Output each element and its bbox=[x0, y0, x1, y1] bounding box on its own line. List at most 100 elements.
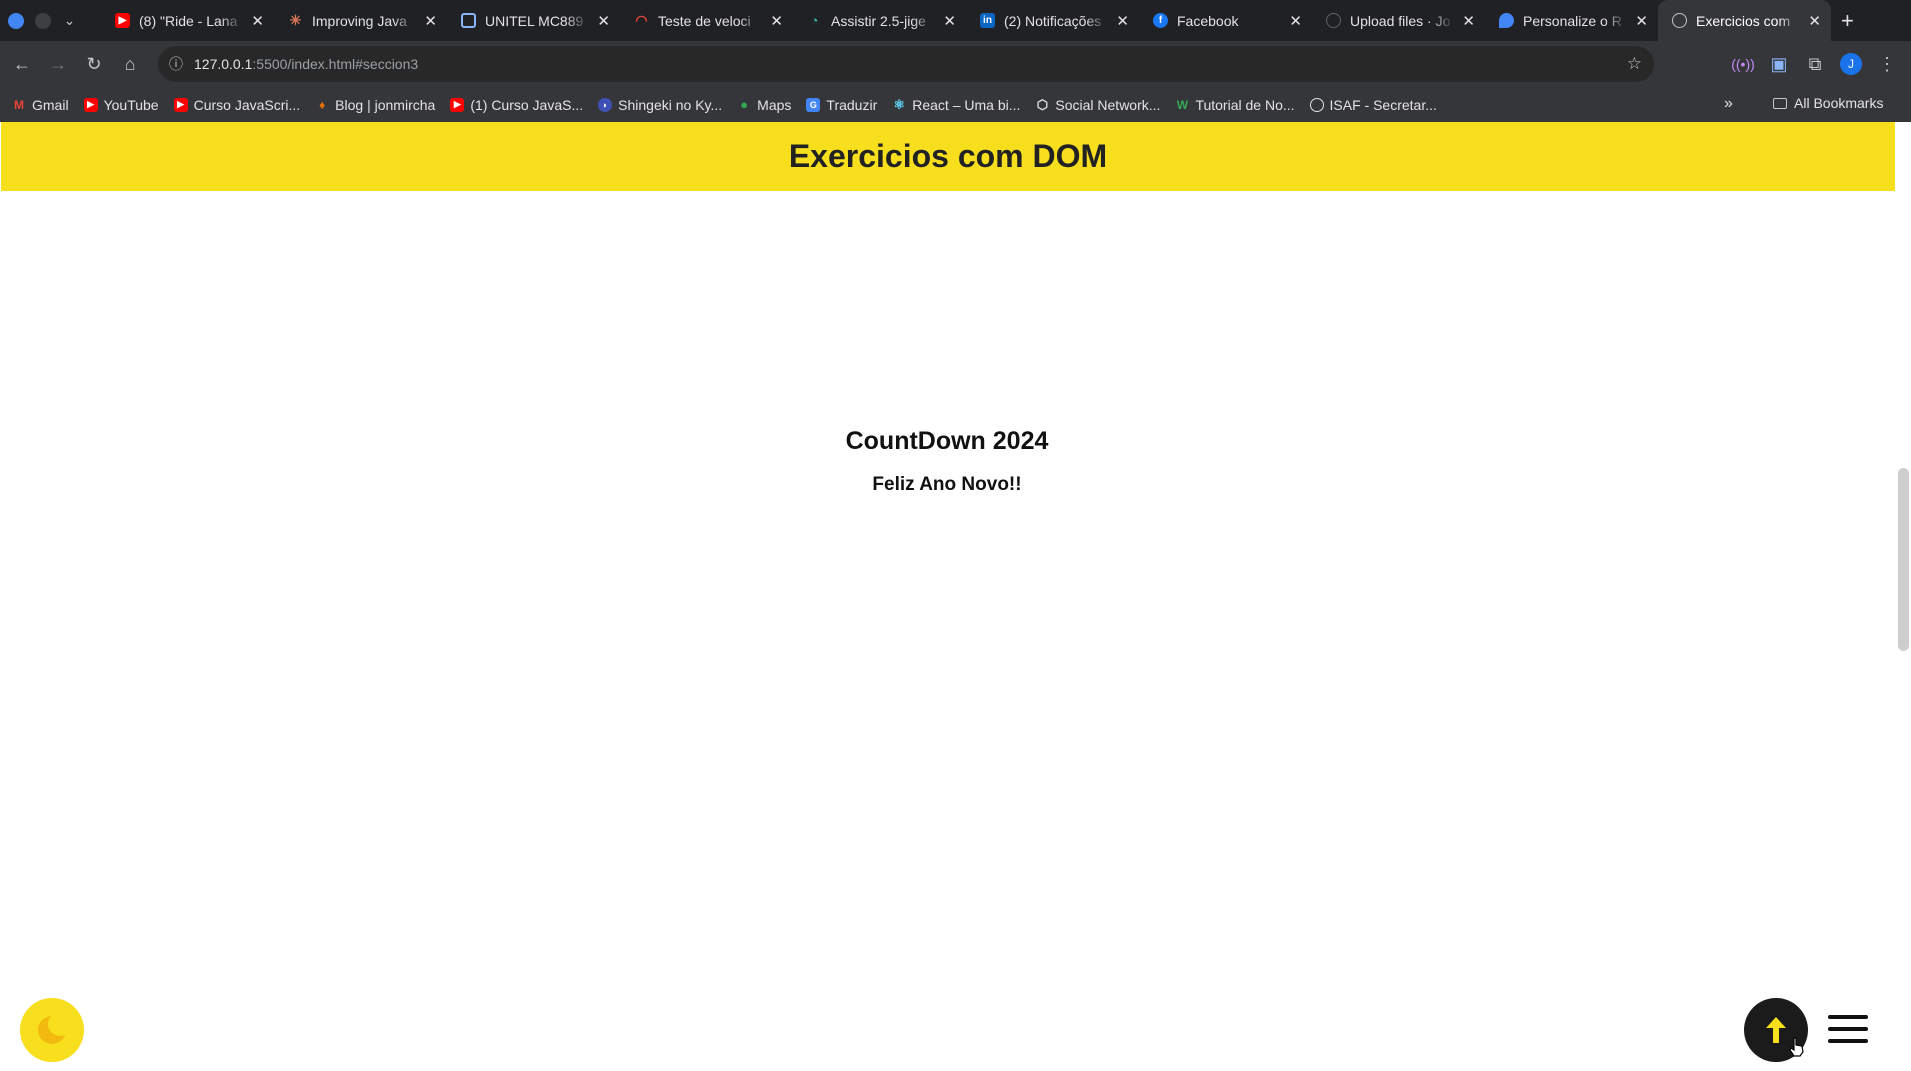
tab-search-dropdown-icon[interactable]: ⌄ bbox=[56, 7, 83, 34]
tab-item[interactable]: ◔ Assistir 2.5-jige ✕ bbox=[793, 0, 966, 41]
tab-title: Improving Java bbox=[312, 12, 407, 29]
close-tab-icon[interactable]: ✕ bbox=[597, 12, 610, 30]
countdown-title: CountDown 2024 bbox=[845, 427, 1049, 455]
tab-group-icon[interactable] bbox=[29, 7, 56, 34]
tab-item[interactable]: ✳ Improving Java ✕ bbox=[274, 0, 447, 41]
bookmark-maps[interactable]: ● Maps bbox=[737, 97, 791, 113]
all-bookmarks-button[interactable]: All Bookmarks bbox=[1773, 95, 1883, 111]
arrow-up-icon bbox=[1766, 1017, 1786, 1043]
bookmark-star-icon[interactable]: ☆ bbox=[1627, 54, 1642, 74]
bookmark-react[interactable]: ⚛ React – Uma bi... bbox=[892, 97, 1020, 113]
browser-close-circle-icon[interactable] bbox=[2, 7, 29, 34]
new-tab-plus-icon[interactable]: + bbox=[1841, 8, 1854, 34]
close-tab-icon[interactable]: ✕ bbox=[1289, 12, 1302, 30]
tab-title: (2) Notificações bbox=[1004, 12, 1102, 29]
reload-icon[interactable]: ↻ bbox=[76, 46, 112, 82]
speedtest-icon: ◠ bbox=[635, 12, 648, 28]
globe-icon bbox=[1672, 13, 1687, 28]
bookmark-youtube[interactable]: ▶ YouTube bbox=[83, 97, 159, 113]
close-tab-icon[interactable]: ✕ bbox=[943, 12, 956, 30]
bookmark-tutorial[interactable]: W Tutorial de No... bbox=[1175, 97, 1295, 113]
bookmarks-bar: M Gmail ▶ YouTube ▶ Curso JavaScri... ♦ … bbox=[0, 87, 1911, 122]
menu-kebab-icon[interactable]: ⋮ bbox=[1869, 46, 1905, 82]
countdown-section: CountDown 2024 Feliz Ano Novo!! bbox=[0, 427, 1894, 496]
extensions-puzzle-icon[interactable]: ⧉ bbox=[1797, 46, 1833, 82]
youtube-icon: ▶ bbox=[450, 97, 465, 112]
profile-avatar[interactable]: J bbox=[1833, 46, 1869, 82]
tab-title: Upload files · Jo bbox=[1350, 12, 1451, 29]
back-arrow-icon[interactable]: ← bbox=[4, 46, 40, 82]
page-title: Exercicios com DOM bbox=[788, 138, 1108, 174]
tab-title: Exercicios com bbox=[1696, 12, 1791, 29]
github-icon bbox=[1326, 13, 1341, 28]
tab-title: UNITEL MC889 bbox=[485, 12, 584, 29]
scrollbar-thumb[interactable] bbox=[1898, 468, 1909, 651]
page-viewport: Exercicios com DOM CountDown 2024 Feliz … bbox=[0, 122, 1911, 1071]
address-bar[interactable]: ⓘ 127.0.0.1:5500/index.html#seccion3 ☆ bbox=[158, 46, 1654, 82]
bookmark-curso-javas[interactable]: ▶ (1) Curso JavaS... bbox=[450, 97, 583, 113]
home-icon[interactable]: ⌂ bbox=[112, 46, 148, 82]
youtube-icon: ▶ bbox=[173, 97, 188, 112]
tab-item-active[interactable]: Exercicios com ✕ bbox=[1658, 0, 1831, 41]
close-tab-icon[interactable]: ✕ bbox=[1808, 12, 1821, 30]
close-tab-icon[interactable]: ✕ bbox=[424, 12, 437, 30]
anime-icon: ◗ bbox=[598, 97, 613, 112]
bookmark-gmail[interactable]: M Gmail bbox=[12, 97, 69, 113]
youtube-icon: ▶ bbox=[115, 13, 130, 28]
tab-item[interactable]: Upload files · Jo ✕ bbox=[1312, 0, 1485, 41]
extension-translate-icon[interactable]: ▣ bbox=[1761, 46, 1797, 82]
globe-icon bbox=[1309, 97, 1324, 112]
extension-cast-icon[interactable]: ((•)) bbox=[1725, 46, 1761, 82]
chevron-double-right-icon[interactable]: » bbox=[1724, 95, 1733, 113]
close-tab-icon[interactable]: ✕ bbox=[1116, 12, 1129, 30]
network-icon: ⬡ bbox=[1036, 96, 1049, 112]
page-header: Exercicios com DOM bbox=[1, 122, 1895, 191]
maps-icon: ● bbox=[740, 97, 749, 112]
tab-item[interactable]: in (2) Notificações ✕ bbox=[966, 0, 1139, 41]
tab-item[interactable]: UNITEL MC889 ✕ bbox=[447, 0, 620, 41]
tab-item[interactable]: f Facebook ✕ bbox=[1139, 0, 1312, 41]
tab-strip: ⌄ ▶ (8) "Ride - Lana ✕ ✳ Improving Java … bbox=[0, 0, 1911, 41]
moon-icon bbox=[38, 1013, 69, 1044]
hamburger-line bbox=[1828, 1039, 1868, 1043]
hand-cursor-icon bbox=[1789, 1037, 1804, 1057]
linkedin-icon: in bbox=[980, 13, 995, 28]
close-tab-icon[interactable]: ✕ bbox=[1462, 12, 1475, 30]
bookmark-blog-jonmircha[interactable]: ♦ Blog | jonmircha bbox=[315, 97, 435, 113]
facebook-icon: f bbox=[1153, 13, 1168, 28]
avatar: J bbox=[1840, 53, 1862, 75]
tab-title: (8) "Ride - Lana bbox=[139, 12, 238, 29]
drop-icon bbox=[1499, 13, 1514, 28]
router-icon bbox=[461, 13, 476, 28]
claude-icon: ✳ bbox=[289, 12, 302, 28]
tab-title: Teste de veloci bbox=[658, 12, 751, 29]
tab-title: Facebook bbox=[1177, 12, 1239, 29]
blog-icon: ♦ bbox=[319, 97, 326, 112]
gmail-icon: M bbox=[14, 97, 24, 112]
folder-icon bbox=[1773, 97, 1787, 109]
forward-arrow-icon[interactable]: → bbox=[40, 46, 76, 82]
tab-title: Personalize o R bbox=[1523, 12, 1622, 29]
bookmark-shingeki[interactable]: ◗ Shingeki no Ky... bbox=[598, 97, 722, 113]
countdown-message: Feliz Ano Novo!! bbox=[872, 474, 1022, 495]
bookmark-social-network[interactable]: ⬡ Social Network... bbox=[1035, 96, 1161, 113]
site-info-icon[interactable]: ⓘ bbox=[158, 54, 194, 74]
w-icon: W bbox=[1176, 97, 1189, 112]
translate-icon: G bbox=[806, 97, 821, 112]
close-tab-icon[interactable]: ✕ bbox=[251, 12, 264, 30]
bookmark-isaf[interactable]: ISAF - Secretar... bbox=[1309, 97, 1437, 113]
browser-toolbar: ← → ↻ ⌂ ⓘ 127.0.0.1:5500/index.html#secc… bbox=[0, 41, 1911, 87]
dark-mode-button[interactable] bbox=[20, 998, 84, 1062]
hamburger-menu-button[interactable] bbox=[1828, 1015, 1868, 1043]
close-tab-icon[interactable]: ✕ bbox=[770, 12, 783, 30]
bookmark-curso-javascript[interactable]: ▶ Curso JavaScri... bbox=[173, 97, 300, 113]
bookmark-traduzir[interactable]: G Traduzir bbox=[806, 97, 877, 113]
anime-icon: ◔ bbox=[810, 13, 819, 28]
tab-item[interactable]: Personalize o R ✕ bbox=[1485, 0, 1658, 41]
close-tab-icon[interactable]: ✕ bbox=[1635, 12, 1648, 30]
tab-item[interactable]: ▶ (8) "Ride - Lana ✕ bbox=[101, 0, 274, 41]
url-text[interactable]: 127.0.0.1:5500/index.html#seccion3 bbox=[194, 56, 418, 72]
hamburger-line bbox=[1828, 1015, 1868, 1019]
hamburger-line bbox=[1828, 1027, 1868, 1031]
tab-item[interactable]: ◠ Teste de veloci ✕ bbox=[620, 0, 793, 41]
